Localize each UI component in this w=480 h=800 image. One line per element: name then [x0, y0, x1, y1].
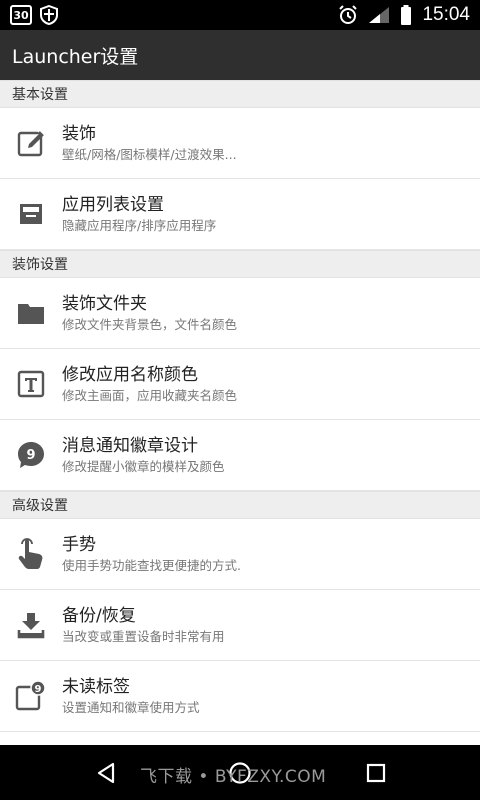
item-subtitle: 修改文件夹背景色，文件名颜色	[62, 316, 238, 332]
status-bar: 30 15:04	[0, 0, 480, 30]
setting-item-unread-badge[interactable]: 9 未读标签 设置通知和徽章使用方式	[0, 661, 480, 732]
setting-item-app-name-color[interactable]: 修改应用名称颜色 修改主画面，应用收藏夹名颜色	[0, 349, 480, 420]
app-bar: Launcher设置	[0, 30, 480, 80]
gesture-hand-icon	[0, 538, 62, 570]
back-icon[interactable]	[76, 745, 136, 800]
text-icon	[0, 370, 62, 398]
unread-badge-icon: 9	[0, 680, 62, 712]
watermark-text: 飞下载 • BYFZXY.COM	[140, 767, 327, 787]
section-header-advanced: 高级设置	[0, 491, 480, 519]
download-icon	[0, 611, 62, 639]
setting-item-app-list[interactable]: 应用列表设置 隐藏应用程序/排序应用程序	[0, 179, 480, 250]
item-title: 修改应用名称颜色	[62, 364, 198, 385]
item-subtitle: 设置通知和徽章使用方式	[62, 699, 200, 715]
alarm-icon	[338, 5, 358, 25]
item-title: 应用列表设置	[62, 194, 164, 215]
battery-icon	[400, 5, 412, 25]
edit-icon	[0, 128, 62, 158]
setting-item-gesture[interactable]: 手势 使用手势功能查找更便捷的方式.	[0, 519, 480, 590]
item-title: 消息通知徽章设计	[62, 435, 198, 456]
calendar-icon: 30	[10, 5, 32, 25]
item-title: 备份/恢复	[62, 605, 136, 626]
navigation-bar: 飞下载 • BYFZXY.COM	[0, 745, 480, 800]
item-subtitle: 隐藏应用程序/排序应用程序	[62, 217, 217, 233]
item-subtitle: 修改主画面，应用收藏夹名颜色	[62, 387, 238, 403]
setting-item-badge-design[interactable]: 9 消息通知徽章设计 修改提醒小徽章的模样及颜色	[0, 420, 480, 491]
item-subtitle: 当改变或重置设备时非常有用	[62, 628, 225, 644]
item-title: 未读标签	[62, 676, 130, 697]
page-title: Launcher设置	[12, 45, 139, 68]
item-title: 装饰	[62, 123, 96, 144]
badge-bubble-icon: 9	[0, 440, 62, 470]
tray-icon	[0, 201, 62, 227]
recents-icon[interactable]	[346, 745, 406, 800]
section-header-decoration: 装饰设置	[0, 250, 480, 278]
setting-item-decoration[interactable]: 装饰 壁纸/网格/图标模样/过渡效果...	[0, 108, 480, 179]
badge-count: 9	[26, 448, 35, 463]
setting-item-folder-style[interactable]: 装饰文件夹 修改文件夹背景色，文件名颜色	[0, 278, 480, 349]
item-subtitle: 壁纸/网格/图标模样/过渡效果...	[62, 146, 237, 162]
item-title: 手势	[62, 534, 96, 555]
clock: 15:04	[422, 4, 470, 25]
section-header-basic: 基本设置	[0, 80, 480, 108]
setting-item-backup-restore[interactable]: 备份/恢复 当改变或重置设备时非常有用	[0, 590, 480, 661]
item-subtitle: 使用手势功能查找更便捷的方式.	[62, 557, 241, 573]
signal-icon	[368, 6, 390, 24]
badge-count: 9	[35, 684, 42, 695]
settings-list[interactable]: 基本设置 装饰 壁纸/网格/图标模样/过渡效果... 应用列表设置 隐藏应用程序…	[0, 80, 480, 745]
shield-icon	[40, 5, 58, 25]
folder-icon	[0, 301, 62, 325]
item-title: 装饰文件夹	[62, 293, 147, 314]
item-subtitle: 修改提醒小徽章的模样及颜色	[62, 458, 225, 474]
